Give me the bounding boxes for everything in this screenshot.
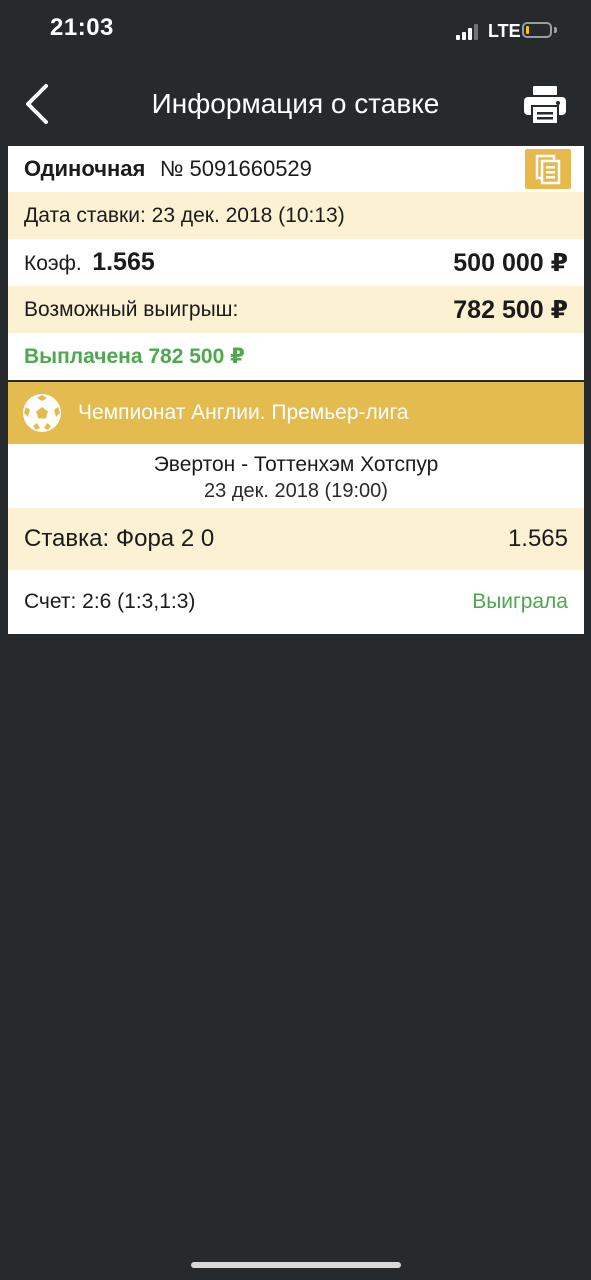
bet-card: Одиночная № 5091660529 Дата ставки: 23 д… bbox=[8, 146, 584, 634]
battery-tip bbox=[554, 27, 557, 33]
match-score: Счет: 2:6 (1:3,1:3) bbox=[24, 590, 196, 613]
bet-date-row: Дата ставки: 23 дек. 2018 (10:13) bbox=[8, 192, 584, 239]
bet-type-row: Одиночная № 5091660529 bbox=[8, 146, 584, 192]
potential-win-label: Возможный выигрыш: bbox=[24, 297, 239, 321]
app-header: Информация о ставке bbox=[0, 64, 591, 144]
network-type: LTE bbox=[488, 21, 521, 41]
copy-button[interactable] bbox=[525, 149, 571, 189]
battery-icon bbox=[522, 22, 552, 38]
potential-win-amount: 782 500 ₽ bbox=[453, 295, 568, 324]
stake-amount: 500 000 ₽ bbox=[453, 248, 568, 277]
score-row: Счет: 2:6 (1:3,1:3) Выиграла bbox=[8, 570, 584, 634]
match-info: Эвертон - Тоттенхэм Хотспур 23 дек. 2018… bbox=[8, 444, 584, 508]
chevron-left-icon bbox=[26, 84, 48, 124]
coef-row: Коэф. 1.565 500 000 ₽ bbox=[8, 239, 584, 286]
league-name: Чемпионат Англии. Премьер-лига bbox=[78, 401, 409, 424]
league-header: Чемпионат Англии. Премьер-лига bbox=[8, 382, 584, 444]
potential-win-row: Возможный выигрыш: 782 500 ₽ bbox=[8, 286, 584, 333]
stake-row: Ставка: Фора 2 0 1.565 bbox=[8, 508, 584, 570]
match-date: 23 дек. 2018 (19:00) bbox=[204, 480, 388, 502]
match-teams: Эвертон - Тоттенхэм Хотспур bbox=[153, 453, 439, 476]
coef-label: Коэф. bbox=[24, 252, 82, 275]
soccer-ball-icon bbox=[23, 394, 61, 432]
stake-coef: 1.565 bbox=[507, 525, 568, 552]
stake-label: Ставка: Фора 2 0 bbox=[24, 525, 215, 552]
status-bar: 21:03 LTE bbox=[0, 0, 591, 64]
payout-row: Выплачена 782 500 ₽ bbox=[8, 333, 584, 380]
page-title: Информация о ставке bbox=[151, 88, 440, 119]
bet-type-label: Одиночная bbox=[24, 156, 146, 181]
print-button[interactable] bbox=[522, 84, 568, 126]
bet-result: Выиграла bbox=[472, 590, 568, 613]
printer-icon bbox=[524, 86, 566, 125]
copy-document-icon bbox=[535, 154, 561, 185]
payout-status: Выплачена 782 500 ₽ bbox=[24, 345, 245, 368]
back-button[interactable] bbox=[14, 78, 62, 130]
home-indicator[interactable] bbox=[191, 1262, 401, 1268]
bet-date: Дата ставки: 23 дек. 2018 (10:13) bbox=[24, 203, 345, 227]
coef-value: 1.565 bbox=[92, 248, 155, 276]
status-time: 21:03 bbox=[50, 14, 114, 41]
bet-number: № 5091660529 bbox=[159, 156, 312, 181]
cellular-signal-icon bbox=[456, 24, 480, 40]
